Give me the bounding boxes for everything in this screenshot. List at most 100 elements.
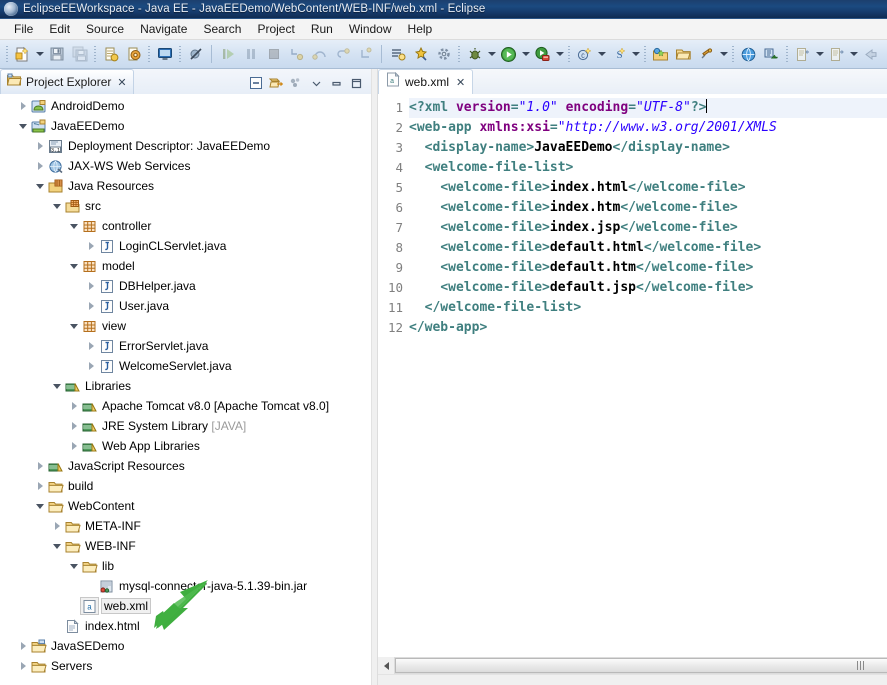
build-all-button[interactable]	[433, 44, 454, 65]
step-over-button[interactable]	[309, 44, 330, 65]
menu-project[interactable]: Project	[249, 20, 302, 38]
code-line[interactable]: <welcome-file-list>	[409, 158, 887, 178]
tree-item[interactable]: JavaSEDemo	[0, 636, 370, 656]
code-line[interactable]: <web-app xmlns:xsi="http://www.w3.org/20…	[409, 118, 887, 138]
chevron-right-icon[interactable]	[16, 656, 30, 676]
suspend-button[interactable]	[240, 44, 261, 65]
code-line[interactable]: <welcome-file>index.jsp</welcome-file>	[409, 218, 887, 238]
chevron-down-icon[interactable]	[50, 196, 64, 216]
new-servlet-button[interactable]	[123, 44, 144, 65]
chevron-right-icon[interactable]	[84, 236, 98, 256]
tree-item[interactable]: META-INF	[0, 516, 370, 536]
tree-item[interactable]: JavaEEDemo	[0, 116, 370, 136]
menu-file[interactable]: File	[6, 20, 41, 38]
menu-edit[interactable]: Edit	[41, 20, 78, 38]
chevron-right-icon[interactable]	[67, 436, 81, 456]
run-dropdown[interactable]	[520, 44, 531, 65]
code-line[interactable]: <?xml version="1.0" encoding="UTF-8"?>	[409, 98, 887, 118]
run-as-server-dropdown[interactable]	[554, 44, 565, 65]
chevron-down-icon[interactable]	[67, 316, 81, 336]
tree-item[interactable]: Servers	[0, 656, 370, 676]
scroll-thumb[interactable]	[395, 658, 887, 673]
menu-help[interactable]: Help	[400, 20, 441, 38]
code-line[interactable]: <welcome-file>default.html</welcome-file…	[409, 238, 887, 258]
tree-item[interactable]: model	[0, 256, 370, 276]
tree-item[interactable]: AndroidDemo	[0, 96, 370, 116]
new-java-class-dropdown[interactable]	[596, 44, 607, 65]
menu-source[interactable]: Source	[78, 20, 132, 38]
chevron-right-icon[interactable]	[33, 476, 47, 496]
tree-item[interactable]: Web App Libraries	[0, 436, 370, 456]
tree-item[interactable]: User.java	[0, 296, 370, 316]
tree-item[interactable]: LoginCLServlet.java	[0, 236, 370, 256]
chevron-down-icon[interactable]	[33, 496, 47, 516]
tree-item[interactable]: lib	[0, 556, 370, 576]
back-button[interactable]	[860, 44, 881, 65]
tree-item[interactable]: mysql-connector-java-5.1.39-bin.jar	[0, 576, 370, 596]
terminate-button[interactable]	[263, 44, 284, 65]
console-button[interactable]	[154, 44, 175, 65]
menu-run[interactable]: Run	[303, 20, 341, 38]
view-menu-button[interactable]	[287, 74, 305, 92]
tree-item[interactable]: JRE System Library [JAVA]	[0, 416, 370, 436]
tree-item[interactable]: src	[0, 196, 370, 216]
run-button[interactable]	[498, 44, 519, 65]
web-browser-button[interactable]	[738, 44, 759, 65]
run-as-server-button[interactable]	[532, 44, 553, 65]
tree-item[interactable]: controller	[0, 216, 370, 236]
code-line[interactable]: </web-app>	[409, 318, 887, 338]
chevron-right-icon[interactable]	[84, 336, 98, 356]
code-line[interactable]: <welcome-file>default.htm</welcome-file>	[409, 258, 887, 278]
chevron-right-icon[interactable]	[33, 156, 47, 176]
code-line[interactable]: <welcome-file>default.jsp</welcome-file>	[409, 278, 887, 298]
tree-item[interactable]: build	[0, 476, 370, 496]
chevron-down-icon[interactable]	[67, 216, 81, 236]
chevron-right-icon[interactable]	[33, 456, 47, 476]
tree-item[interactable]: JavaScript Resources	[0, 456, 370, 476]
pin-dropdown[interactable]	[718, 44, 729, 65]
source-code[interactable]: <?xml version="1.0" encoding="UTF-8"?> <w…	[409, 94, 887, 656]
code-line[interactable]: <welcome-file>index.htm</welcome-file>	[409, 198, 887, 218]
tree-item[interactable]: Libraries	[0, 376, 370, 396]
next-annotation-button[interactable]	[826, 44, 847, 65]
step-into-button[interactable]	[286, 44, 307, 65]
menu-search[interactable]: Search	[195, 20, 249, 38]
tree-item[interactable]: WEB-INF	[0, 536, 370, 556]
chevron-right-icon[interactable]	[16, 636, 30, 656]
chevron-right-icon[interactable]	[16, 96, 30, 116]
drop-to-frame-button[interactable]	[355, 44, 376, 65]
editor-horizontal-scrollbar[interactable]	[378, 656, 887, 674]
debug-dropdown[interactable]	[486, 44, 497, 65]
tree-item[interactable]: index.html	[0, 616, 370, 636]
tab-web-xml[interactable]: a web.xml ✕	[378, 69, 474, 94]
link-with-editor-button[interactable]	[267, 74, 285, 92]
chevron-right-icon[interactable]	[33, 136, 47, 156]
tree-item[interactable]: a web.xml	[0, 596, 370, 616]
chevron-right-icon[interactable]	[67, 416, 81, 436]
chevron-right-icon[interactable]	[50, 516, 64, 536]
menu-navigate[interactable]: Navigate	[132, 20, 195, 38]
new-jsp-button[interactable]	[100, 44, 121, 65]
close-icon[interactable]: ✕	[117, 76, 126, 89]
chevron-right-icon[interactable]	[84, 296, 98, 316]
link-wizard-button[interactable]	[761, 44, 782, 65]
new-wizard-button[interactable]	[12, 44, 33, 65]
tree-item[interactable]: Apache Tomcat v8.0 [Apache Tomcat v8.0]	[0, 396, 370, 416]
maximize-view-button[interactable]	[347, 74, 365, 92]
chevron-down-icon[interactable]	[50, 536, 64, 556]
next-annotation-dropdown[interactable]	[848, 44, 859, 65]
skip-breakpoints-button[interactable]	[185, 44, 206, 65]
debug-button[interactable]	[464, 44, 485, 65]
chevron-right-icon[interactable]	[84, 356, 98, 376]
tree-item[interactable]: JAX-WS Web Services	[0, 156, 370, 176]
resume-button[interactable]	[217, 44, 238, 65]
new-annotation-button[interactable]: S	[608, 44, 629, 65]
chevron-down-icon[interactable]	[33, 176, 47, 196]
step-return-button[interactable]	[332, 44, 353, 65]
tab-project-explorer[interactable]: Project Explorer ✕	[0, 69, 134, 94]
previous-annotation-dropdown[interactable]	[814, 44, 825, 65]
chevron-down-icon[interactable]	[67, 256, 81, 276]
close-icon[interactable]: ✕	[456, 76, 465, 89]
chevron-down-icon[interactable]	[50, 376, 64, 396]
save-all-button[interactable]	[69, 44, 90, 65]
